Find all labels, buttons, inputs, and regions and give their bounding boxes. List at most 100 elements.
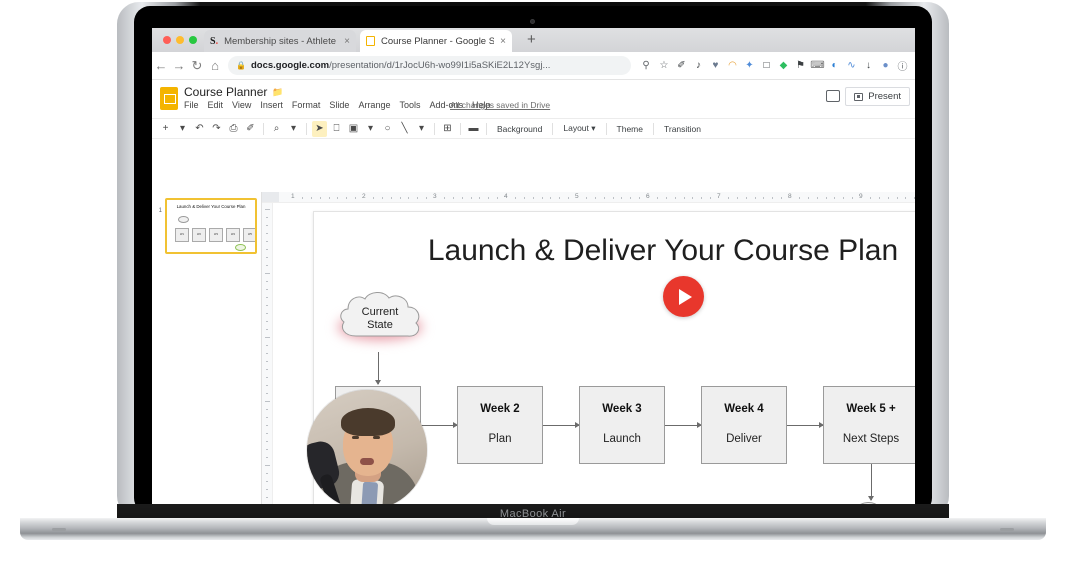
menu-info-icon[interactable]: ⓘ: [894, 57, 911, 74]
current-state-cloud[interactable]: Current State: [334, 290, 426, 352]
sparkle-icon[interactable]: ✦: [741, 57, 758, 74]
ruler-tick: [807, 197, 809, 199]
ruler-tick: [710, 197, 712, 199]
music-note-icon[interactable]: ♪: [690, 57, 707, 74]
toolbar-layout-button[interactable]: Layout ▾: [558, 123, 600, 134]
close-icon[interactable]: ×: [500, 36, 506, 47]
address-bar[interactable]: 🔒 docs.google.com/presentation/d/1rJocU6…: [228, 56, 631, 75]
ruler-tick: [497, 197, 499, 199]
comment-icon[interactable]: [826, 90, 840, 102]
step-box-week-2[interactable]: Week 2 Plan: [457, 386, 543, 464]
browser-tab-membership-sites[interactable]: S. Membership sites - Athlete Mob ×: [204, 30, 356, 52]
video-play-button[interactable]: [663, 276, 704, 317]
home-icon[interactable]: ⌂: [206, 58, 224, 73]
ruler-tick: [266, 241, 268, 242]
menu-item-slide[interactable]: Slide: [329, 100, 349, 110]
ruler-number: 2: [362, 193, 366, 200]
save-status-label[interactable]: All changes saved in Drive: [450, 100, 550, 110]
ruler-tick: [621, 197, 623, 199]
new-tab-button[interactable]: +: [527, 32, 536, 48]
new-slide-dropdown[interactable]: ▾: [175, 121, 190, 137]
bookmark-star-icon[interactable]: ☆: [655, 60, 673, 71]
toolbar-separator: [486, 122, 487, 135]
ruler-number: 8: [788, 193, 792, 200]
download-helper-icon[interactable]: ♥: [707, 57, 724, 74]
redo-button[interactable]: ↷: [209, 121, 224, 137]
eyedropper-icon[interactable]: ✐: [673, 57, 690, 74]
slide-title-text[interactable]: Launch & Deliver Your Course Plan: [314, 234, 915, 268]
camera-icon[interactable]: □: [758, 57, 775, 74]
pin-icon[interactable]: ⚑: [792, 57, 809, 74]
google-slides-icon: [366, 36, 375, 46]
close-icon[interactable]: ×: [344, 36, 350, 47]
new-slide-button[interactable]: +: [158, 121, 173, 137]
line-dropdown[interactable]: ▾: [414, 121, 429, 137]
ruler-tick: [266, 217, 268, 218]
menu-item-file[interactable]: File: [184, 100, 199, 110]
pocket-icon[interactable]: ◐: [826, 57, 843, 74]
add-comment-button[interactable]: ⊞: [440, 121, 455, 137]
text-box-button[interactable]: ⎕: [329, 121, 344, 137]
print-button[interactable]: ⎙: [226, 121, 241, 137]
paint-format-button[interactable]: ✐: [243, 121, 258, 137]
shape-button[interactable]: ○: [380, 121, 395, 137]
present-play-icon: [854, 92, 864, 101]
toolbar-theme-button[interactable]: Theme: [612, 124, 648, 134]
slides-toolbar: + ▾ ↶ ↷ ⎙ ✐ ⌕ ▾ ➤ ⎕ ▣ ▾ ○ ╲ ▾ ⊞ ▬ Background Layout ▾ Theme…: [152, 119, 915, 139]
webcam-person-brow-left: [351, 431, 360, 433]
menu-item-edit[interactable]: Edit: [208, 100, 224, 110]
undo-button[interactable]: ↶: [192, 121, 207, 137]
ruler-tick: [372, 197, 374, 199]
ruler-tick: [514, 197, 516, 199]
step-box-week-3[interactable]: Week 3 Launch: [579, 386, 665, 464]
menu-item-insert[interactable]: Insert: [260, 100, 283, 110]
toolbar-background-button[interactable]: Background: [492, 124, 547, 134]
forward-icon[interactable]: →: [170, 58, 188, 73]
tab-title: Course Planner - Google Slides: [381, 35, 495, 47]
rainbow-arc-icon[interactable]: ◠: [724, 57, 741, 74]
menu-item-tools[interactable]: Tools: [399, 100, 420, 110]
star-icon[interactable]: ☆: [257, 87, 265, 98]
menu-item-view[interactable]: View: [232, 100, 251, 110]
folder-icon[interactable]: 📁: [272, 87, 283, 98]
browser-tab-course-planner[interactable]: Course Planner - Google Slides ×: [360, 30, 512, 52]
minimize-window-button[interactable]: [176, 36, 184, 44]
image-dropdown[interactable]: ▾: [363, 121, 378, 137]
menu-item-format[interactable]: Format: [292, 100, 321, 110]
zoom-button[interactable]: ⌕: [269, 121, 284, 137]
ruler-tick: [266, 481, 268, 482]
zoom-dropdown[interactable]: ▾: [286, 121, 301, 137]
ruler-corner: [262, 192, 279, 202]
ruler-tick: [568, 197, 570, 199]
vertical-ruler: [262, 203, 273, 505]
select-tool-button[interactable]: ➤: [312, 120, 327, 137]
search-icon[interactable]: ⚲: [637, 60, 655, 71]
arrow-week5-to-end-cloud: [868, 464, 874, 501]
webcam-bubble-overlay[interactable]: [307, 390, 427, 505]
ruler-tick: [266, 457, 268, 458]
ruler-body: 1 2 3 4 5 6 7 8 9: [279, 192, 915, 202]
document-title[interactable]: Course Planner: [184, 85, 267, 99]
maximize-window-button[interactable]: [189, 36, 197, 44]
present-button[interactable]: Present: [845, 87, 910, 106]
wave-icon[interactable]: ∿: [843, 57, 860, 74]
evernote-icon[interactable]: ◆: [775, 57, 792, 74]
step-box-week-4[interactable]: Week 4 Deliver: [701, 386, 787, 464]
code-icon[interactable]: ⌨: [809, 57, 826, 74]
insert-image-button[interactable]: ▣: [346, 121, 361, 137]
close-window-button[interactable]: [163, 36, 171, 44]
reload-icon[interactable]: ↻: [188, 58, 206, 74]
speaker-notes-button[interactable]: ▬: [466, 121, 481, 137]
profile-avatar-icon[interactable]: ●: [877, 57, 894, 74]
toolbar-transition-button[interactable]: Transition: [659, 124, 706, 134]
ruler-tick: [852, 197, 854, 199]
menu-item-arrange[interactable]: Arrange: [358, 100, 390, 110]
step-box-week-5[interactable]: Week 5 + Next Steps: [823, 386, 915, 464]
step-week-label: Week 2: [480, 403, 520, 415]
slide-thumbnail-1[interactable]: Launch & Deliver Your Course Plan W1 W2 …: [165, 198, 257, 254]
ruler-tick: [337, 197, 339, 199]
back-icon[interactable]: ←: [152, 58, 170, 73]
download-icon[interactable]: ↓: [860, 57, 877, 74]
ruler-tick: [461, 197, 463, 199]
line-button[interactable]: ╲: [397, 121, 412, 137]
